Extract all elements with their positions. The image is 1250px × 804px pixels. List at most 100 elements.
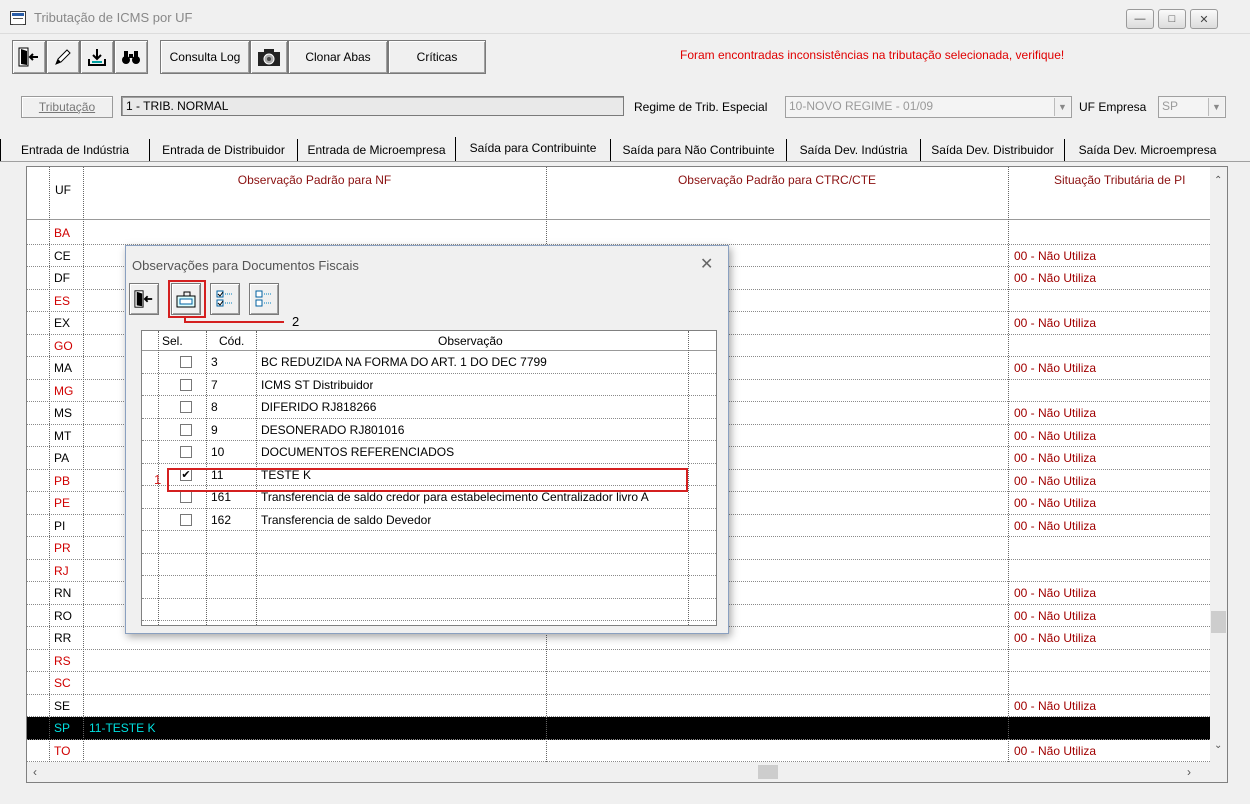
observacao-row[interactable]: 7 ICMS ST Distribuidor <box>142 374 716 396</box>
chevron-down-icon[interactable]: ▼ <box>1054 98 1070 116</box>
uf-code: EX <box>54 316 71 330</box>
tab-3[interactable]: Saída para Contribuinte <box>455 137 610 161</box>
situacao-cell[interactable]: 00 - Não Utiliza <box>1014 496 1096 510</box>
obs-nf-cell[interactable]: 11-TESTE K <box>89 721 155 735</box>
edit-button[interactable] <box>46 40 80 74</box>
observacao-cell: ICMS ST Distribuidor <box>261 377 374 392</box>
criticas-button[interactable]: Críticas <box>388 40 486 74</box>
header-obs-ctrc[interactable]: Observação Padrão para CTRC/CTE <box>546 167 1008 219</box>
scroll-up-icon[interactable]: ⌃ <box>1214 175 1222 186</box>
cod-cell: 10 <box>211 445 225 459</box>
select-checkbox[interactable] <box>180 513 192 526</box>
uf-code: BA <box>54 226 71 240</box>
situacao-cell[interactable]: 00 - Não Utiliza <box>1014 361 1096 375</box>
situacao-cell[interactable]: 00 - Não Utiliza <box>1014 586 1096 600</box>
situacao-cell[interactable]: 00 - Não Utiliza <box>1014 451 1096 465</box>
binoculars-icon <box>122 51 140 64</box>
situacao-cell[interactable]: 00 - Não Utiliza <box>1014 316 1096 330</box>
dialog-col-line <box>688 331 689 625</box>
situacao-cell[interactable]: 00 - Não Utiliza <box>1014 519 1096 533</box>
uf-empresa-value: SP <box>1162 99 1179 113</box>
dialog-exit-button[interactable] <box>129 283 159 315</box>
observacao-cell: DOCUMENTOS REFERENCIADOS <box>261 445 455 459</box>
uf-row[interactable]: SE 00 - Não Utiliza <box>27 695 1210 717</box>
vertical-scrollbar[interactable]: ⌃ ⌄ <box>1210 167 1227 762</box>
select-checkbox[interactable] <box>180 423 192 436</box>
tab-2[interactable]: Entrada de Microempresa <box>297 139 455 161</box>
uf-row[interactable]: SC <box>27 672 1210 695</box>
observacao-row[interactable]: 10 DOCUMENTOS REFERENCIADOS <box>142 441 716 464</box>
horizontal-scrollbar[interactable]: ‹ › <box>27 762 1227 782</box>
observacao-row[interactable]: 9 DESONERADO RJ801016 <box>142 419 716 441</box>
vertical-scroll-thumb[interactable] <box>1211 611 1226 633</box>
tab-1[interactable]: Entrada de Distribuidor <box>149 139 297 161</box>
select-checkbox[interactable] <box>180 356 192 368</box>
tab-5[interactable]: Saída Dev. Indústria <box>786 139 920 161</box>
empty-row <box>142 576 716 599</box>
scroll-left-icon[interactable]: ‹ <box>33 765 37 779</box>
clonar-abas-button[interactable]: Clonar Abas <box>288 40 388 74</box>
situacao-cell[interactable]: 00 - Não Utiliza <box>1014 474 1096 488</box>
header-obs-nf[interactable]: Observação Padrão para NF <box>83 167 546 219</box>
horizontal-scroll-thumb[interactable] <box>758 765 778 779</box>
camera-button[interactable] <box>250 40 288 74</box>
situacao-cell[interactable]: 00 - Não Utiliza <box>1014 609 1096 623</box>
uf-empresa-select[interactable]: SP ▼ <box>1158 96 1226 118</box>
header-situacao[interactable]: Situação Tributária de PI <box>1008 167 1210 219</box>
observacao-row[interactable]: 3 BC REDUZIDA NA FORMA DO ART. 1 DO DEC 7… <box>142 351 716 374</box>
tributacao-field[interactable]: 1 - TRIB. NORMAL <box>121 96 624 116</box>
chevron-down-icon[interactable]: ▼ <box>1208 98 1224 116</box>
uf-row[interactable]: RS <box>27 650 1210 672</box>
scroll-right-icon[interactable]: › <box>1187 765 1191 779</box>
select-checkbox[interactable] <box>180 491 192 503</box>
uf-code: RS <box>54 653 71 668</box>
select-checkbox[interactable] <box>180 401 192 413</box>
uf-code: DF <box>54 271 70 285</box>
observacao-row[interactable]: 162 Transferencia de saldo Devedor <box>142 509 716 531</box>
uf-row[interactable]: TO 00 - Não Utiliza <box>27 740 1210 762</box>
tab-6[interactable]: Saída Dev. Distribuidor <box>920 139 1064 161</box>
situacao-cell[interactable]: 00 - Não Utiliza <box>1014 631 1096 645</box>
inconsistency-warning: Foram encontradas inconsistências na tri… <box>680 48 1065 62</box>
situacao-cell[interactable]: 00 - Não Utiliza <box>1014 744 1096 758</box>
select-checkbox[interactable] <box>180 446 192 458</box>
situacao-cell[interactable]: 00 - Não Utiliza <box>1014 271 1096 285</box>
consulta-log-button[interactable]: Consulta Log <box>160 40 250 74</box>
cod-cell: 161 <box>211 490 232 504</box>
tab-4[interactable]: Saída para Não Contribuinte <box>610 139 786 161</box>
import-button[interactable] <box>80 40 114 74</box>
dialog-close-button[interactable]: ✕ <box>700 254 713 274</box>
camera-icon <box>258 49 280 66</box>
uf-code: MA <box>54 361 72 375</box>
minimize-button[interactable]: — <box>1126 9 1154 29</box>
regime-select[interactable]: 10-NOVO REGIME - 01/09 ▼ <box>785 96 1072 118</box>
select-checkbox[interactable] <box>180 378 192 391</box>
situacao-cell[interactable]: 00 - Não Utiliza <box>1014 249 1096 263</box>
scroll-down-icon[interactable]: ⌄ <box>1214 740 1222 751</box>
cod-cell: 9 <box>211 422 218 437</box>
observacoes-dialog: Observações para Documentos Fiscais ✕ 2 … <box>125 245 729 634</box>
uf-code: ES <box>54 293 71 308</box>
dialog-check-all-button[interactable] <box>210 283 240 315</box>
tab-0[interactable]: Entrada de Indústria <box>0 139 149 161</box>
cod-cell: 162 <box>211 512 232 527</box>
search-button[interactable] <box>114 40 148 74</box>
uf-code: CE <box>54 248 71 263</box>
uf-row[interactable]: SP✓11-TESTE K <box>27 717 1210 740</box>
tab-7[interactable]: Saída Dev. Microempresa <box>1064 139 1230 161</box>
tributacao-button[interactable]: Tributação <box>21 96 113 118</box>
uf-row[interactable]: BA <box>27 222 1210 245</box>
situacao-cell[interactable]: 00 - Não Utiliza <box>1014 406 1096 420</box>
app-window-icon <box>10 11 26 25</box>
exit-button[interactable] <box>12 40 46 74</box>
observacao-row[interactable]: 8 DIFERIDO RJ818266 <box>142 396 716 419</box>
close-window-button[interactable]: ✕ <box>1190 9 1218 29</box>
maximize-button[interactable]: □ <box>1158 9 1186 29</box>
observacao-cell: DESONERADO RJ801016 <box>261 422 405 437</box>
observacao-cell: BC REDUZIDA NA FORMA DO ART. 1 DO DEC 77… <box>261 355 547 369</box>
annotation-box-1 <box>167 468 688 492</box>
situacao-cell[interactable]: 00 - Não Utiliza <box>1014 429 1096 443</box>
dialog-uncheck-all-button[interactable] <box>249 283 279 315</box>
situacao-cell[interactable]: 00 - Não Utiliza <box>1014 699 1096 713</box>
uf-code: PI <box>54 518 66 533</box>
